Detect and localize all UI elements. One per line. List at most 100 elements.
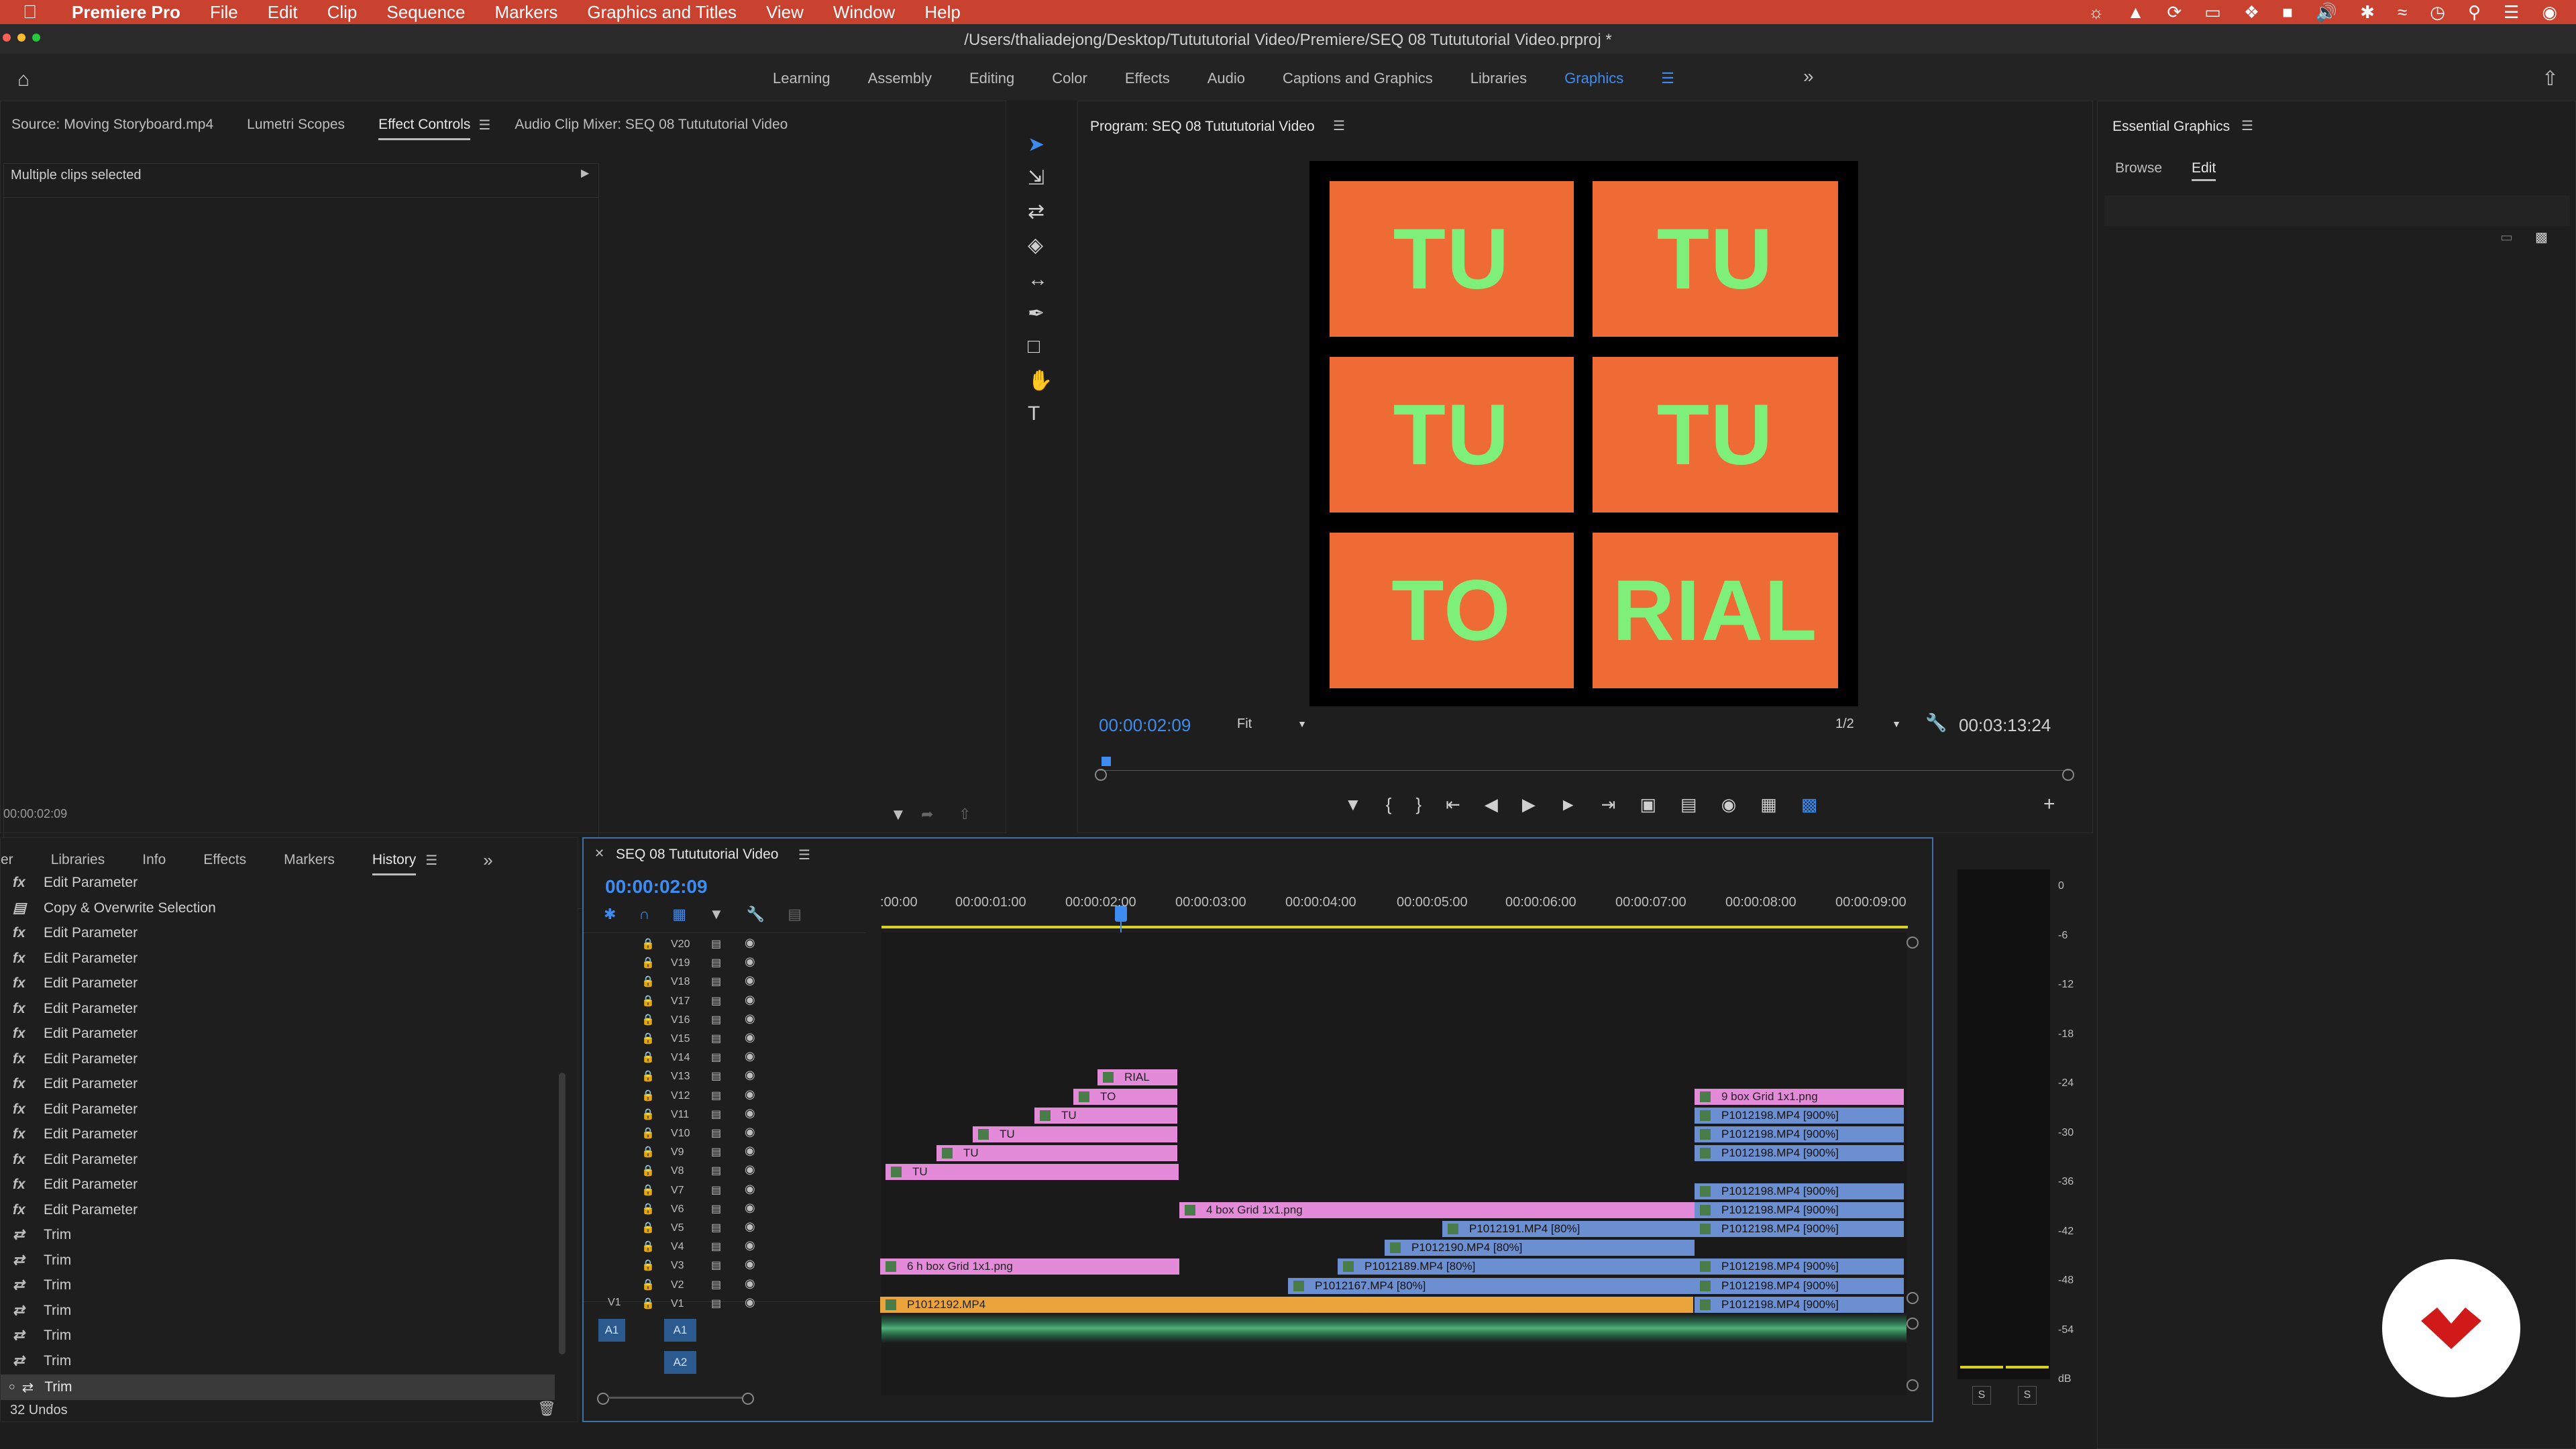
cone-icon[interactable]: ▲ [2127, 2, 2145, 23]
lock-icon[interactable]: 🔒 [641, 1258, 655, 1272]
menu-help[interactable]: Help [924, 2, 960, 23]
more-workspaces-icon[interactable]: » [1803, 66, 1814, 87]
sync-lock-icon[interactable]: ▤ [711, 956, 721, 969]
apple-icon[interactable]:  [23, 1, 37, 23]
timeline-clip[interactable]: RIAL [1097, 1069, 1177, 1086]
history-item[interactable]: fx Edit Parameter [13, 1147, 138, 1172]
eye-icon[interactable]: ◉ [745, 1163, 755, 1177]
timeline-clip[interactable]: 4 box Grid 1x1.png [1179, 1201, 1695, 1218]
eye-icon[interactable]: ◉ [745, 1238, 755, 1252]
eye-icon[interactable]: ◉ [745, 1068, 755, 1082]
eye-icon[interactable]: ◉ [745, 993, 755, 1007]
workspace-captions-graphics[interactable]: Captions and Graphics [1283, 70, 1433, 87]
rectangle-tool-icon[interactable]: □ [1028, 335, 1040, 358]
timeline-clip[interactable]: P1012192.MP4 [880, 1296, 1693, 1313]
sync-icon[interactable]: ⟳ [2167, 2, 2182, 23]
resolution-select[interactable]: 1/2 ▼ [1827, 714, 1907, 734]
history-item[interactable]: fx Edit Parameter [13, 920, 138, 945]
tab-edit[interactable]: Edit [2192, 160, 2216, 181]
eye-icon[interactable]: ◉ [745, 1257, 755, 1271]
eye-icon[interactable]: ◉ [745, 1125, 755, 1139]
playhead-marker[interactable] [1102, 757, 1111, 766]
ripple-edit-tool-icon[interactable]: ⇄ [1028, 200, 1044, 223]
eye-icon[interactable]: ◉ [745, 1220, 755, 1234]
workspace-editing[interactable]: Editing [969, 70, 1014, 87]
workspace-color[interactable]: Color [1052, 70, 1087, 87]
menu-clip[interactable]: Clip [327, 2, 358, 23]
lock-icon[interactable]: 🔒 [641, 1089, 655, 1102]
lock-icon[interactable]: 🔒 [641, 975, 655, 988]
mark-in-icon[interactable]: { [1386, 794, 1392, 815]
program-scrubber[interactable] [1099, 757, 2070, 771]
lock-icon[interactable]: 🔒 [641, 1051, 655, 1064]
spotlight-icon[interactable]: ⚲ [2468, 2, 2481, 23]
sync-lock-icon[interactable]: ▤ [711, 1183, 721, 1197]
timeline-clip[interactable]: P1012198.MP4 [900%] [1695, 1221, 1904, 1237]
tab-effect-controls[interactable]: Effect Controls [378, 117, 471, 140]
timeline-clip[interactable]: P1012198.MP4 [900%] [1695, 1296, 1904, 1313]
workspace-audio[interactable]: Audio [1208, 70, 1245, 87]
history-item[interactable]: ⇄ Trim [13, 1222, 71, 1247]
add-marker-icon[interactable]: ▼ [1344, 794, 1362, 815]
eye-icon[interactable]: ◉ [745, 1182, 755, 1196]
new-folder-icon[interactable]: ▭ [2500, 229, 2513, 246]
volume-icon[interactable]: 🔊 [2316, 2, 2337, 23]
dropbox-icon[interactable]: ❖ [2244, 2, 2259, 23]
workspace-effects[interactable]: Effects [1125, 70, 1170, 87]
lock-icon[interactable]: 🔒 [641, 1126, 655, 1140]
eye-icon[interactable]: ◉ [745, 1295, 755, 1309]
new-layer-icon[interactable]: ▩ [2535, 229, 2548, 246]
timeline-clip[interactable]: P1012191.MP4 [80%] [1442, 1221, 1695, 1237]
timeline-clip[interactable]: 9 box Grid 1x1.png [1695, 1088, 1904, 1105]
track-label-a2[interactable]: A2 [664, 1351, 696, 1374]
wrench-icon[interactable]: 🔧 [1925, 712, 1947, 733]
eye-icon[interactable]: ◉ [745, 1144, 755, 1158]
share-clip-icon[interactable]: ⇧ [959, 806, 971, 823]
filter-icon[interactable]: ▼ [890, 806, 906, 824]
history-item[interactable]: fx Edit Parameter [13, 875, 138, 895]
display-icon[interactable]: ▭ [2204, 2, 2221, 23]
sync-lock-icon[interactable]: ▤ [711, 1145, 721, 1159]
sync-lock-icon[interactable]: ▤ [711, 1108, 721, 1121]
close-sequence-icon[interactable]: ✕ [594, 847, 604, 861]
workspace-assembly[interactable]: Assembly [868, 70, 932, 87]
lock-icon[interactable]: 🔒 [641, 1145, 655, 1159]
sync-lock-icon[interactable]: ▤ [711, 1051, 721, 1064]
vertical-zoom-top[interactable] [1907, 936, 1919, 949]
program-menu-icon[interactable]: ☰ [1333, 117, 1345, 134]
share-icon[interactable]: ⇧ [2542, 67, 2559, 91]
timeline-clip[interactable]: P1012198.MP4 [900%] [1695, 1145, 1904, 1162]
eye-icon[interactable]: ◉ [745, 955, 755, 969]
history-item[interactable]: ⇄ Trim [13, 1273, 71, 1297]
type-tool-icon[interactable]: T [1028, 402, 1040, 425]
timeline-clip[interactable]: P1012167.MP4 [80%] [1288, 1277, 1695, 1294]
lock-icon[interactable]: 🔒 [641, 1069, 655, 1083]
lock-icon[interactable]: 🔒 [641, 1278, 655, 1291]
sync-lock-icon[interactable]: ▤ [711, 1069, 721, 1083]
timeline-clip[interactable]: TU [973, 1126, 1177, 1142]
home-icon[interactable]: ⌂ [17, 68, 30, 91]
history-item[interactable]: ⇄ Trim [13, 1248, 71, 1273]
history-item[interactable]: fx Edit Parameter [13, 1097, 138, 1122]
sync-lock-icon[interactable]: ▤ [711, 1089, 721, 1102]
lock-icon[interactable]: 🔒 [641, 1164, 655, 1177]
program-title[interactable]: Program: SEQ 08 Tutututorial Video [1090, 119, 1315, 135]
zoom-select[interactable]: Fit ▼ [1229, 714, 1312, 734]
history-item[interactable]: ⇄ Trim [13, 1348, 71, 1373]
snap-icon[interactable]: ∩ [639, 906, 649, 923]
lock-icon[interactable]: 🔒 [641, 994, 655, 1008]
menu-window[interactable]: Window [833, 2, 895, 23]
history-item[interactable]: fx Edit Parameter [13, 996, 138, 1021]
menu-view[interactable]: View [766, 2, 804, 23]
sync-lock-icon[interactable]: ▤ [711, 975, 721, 988]
sync-lock-icon[interactable]: ▤ [711, 1164, 721, 1177]
eye-icon[interactable]: ◉ [745, 1012, 755, 1026]
app-status-icon[interactable]: ■ [2282, 2, 2293, 23]
expand-arrow-icon[interactable]: ▶ [581, 166, 589, 180]
slip-tool-icon[interactable]: ↔ [1028, 268, 1048, 291]
timeline-timecode[interactable]: 00:00:02:09 [605, 876, 708, 898]
timeline-clip[interactable]: P1012198.MP4 [900%] [1695, 1277, 1904, 1294]
lock-icon[interactable]: 🔒 [641, 1221, 655, 1234]
button-editor-icon[interactable]: + [2043, 793, 2055, 816]
proxy-toggle-icon[interactable]: ▩ [1801, 794, 1818, 815]
